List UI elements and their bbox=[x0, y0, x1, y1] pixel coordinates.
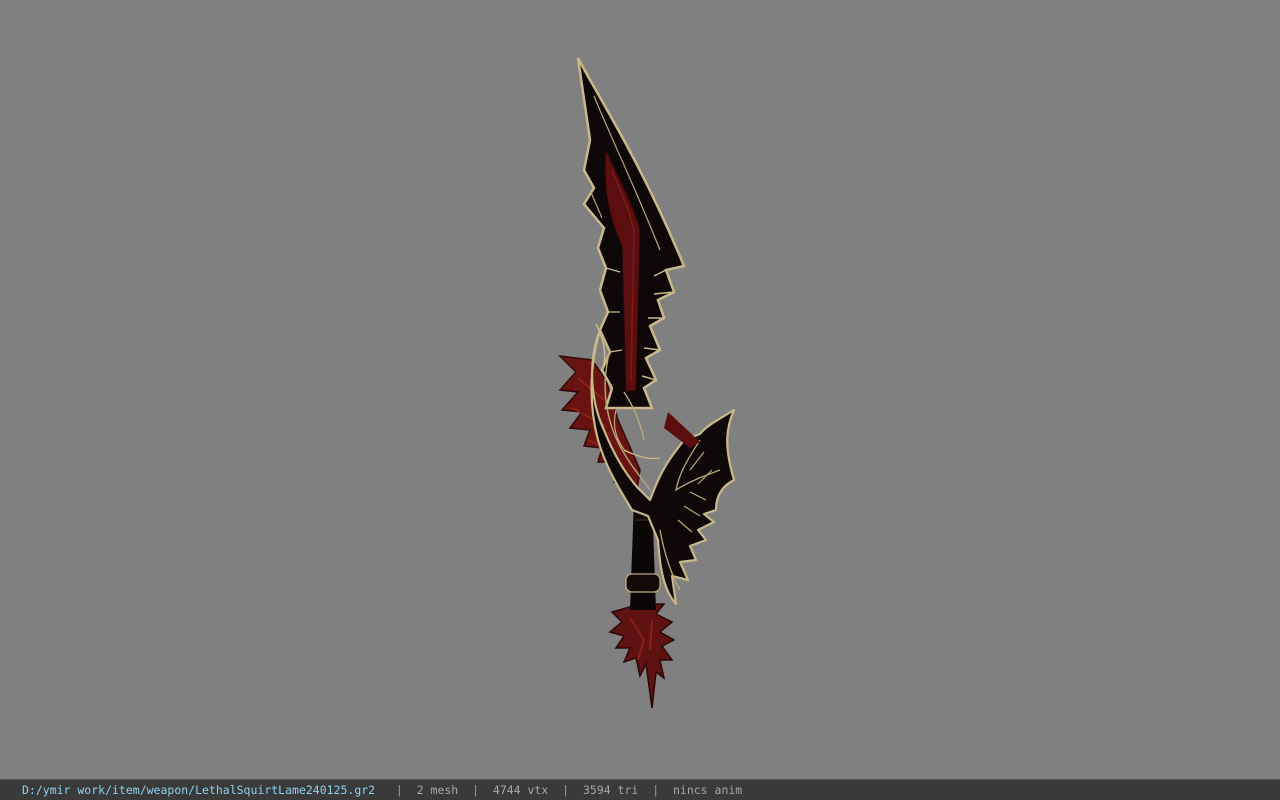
status-mesh-count: 2 mesh bbox=[416, 783, 459, 797]
status-separator: | bbox=[562, 783, 570, 797]
status-vertex-count: 4744 vtx bbox=[492, 783, 549, 797]
status-bar: D:/ymir work/item/weapon/LethalSquirtLam… bbox=[0, 779, 1280, 800]
status-separator: | bbox=[472, 783, 480, 797]
status-triangle-count: 3594 tri bbox=[582, 783, 639, 797]
sword-model[interactable] bbox=[0, 0, 1280, 779]
status-animation: nincs anim bbox=[672, 783, 743, 797]
model-viewport[interactable] bbox=[0, 0, 1280, 779]
status-separator: | bbox=[395, 783, 403, 797]
pommel-tassel bbox=[608, 603, 676, 709]
status-separator: | bbox=[652, 783, 660, 797]
status-file-path: D:/ymir work/item/weapon/LethalSquirtLam… bbox=[22, 783, 376, 797]
